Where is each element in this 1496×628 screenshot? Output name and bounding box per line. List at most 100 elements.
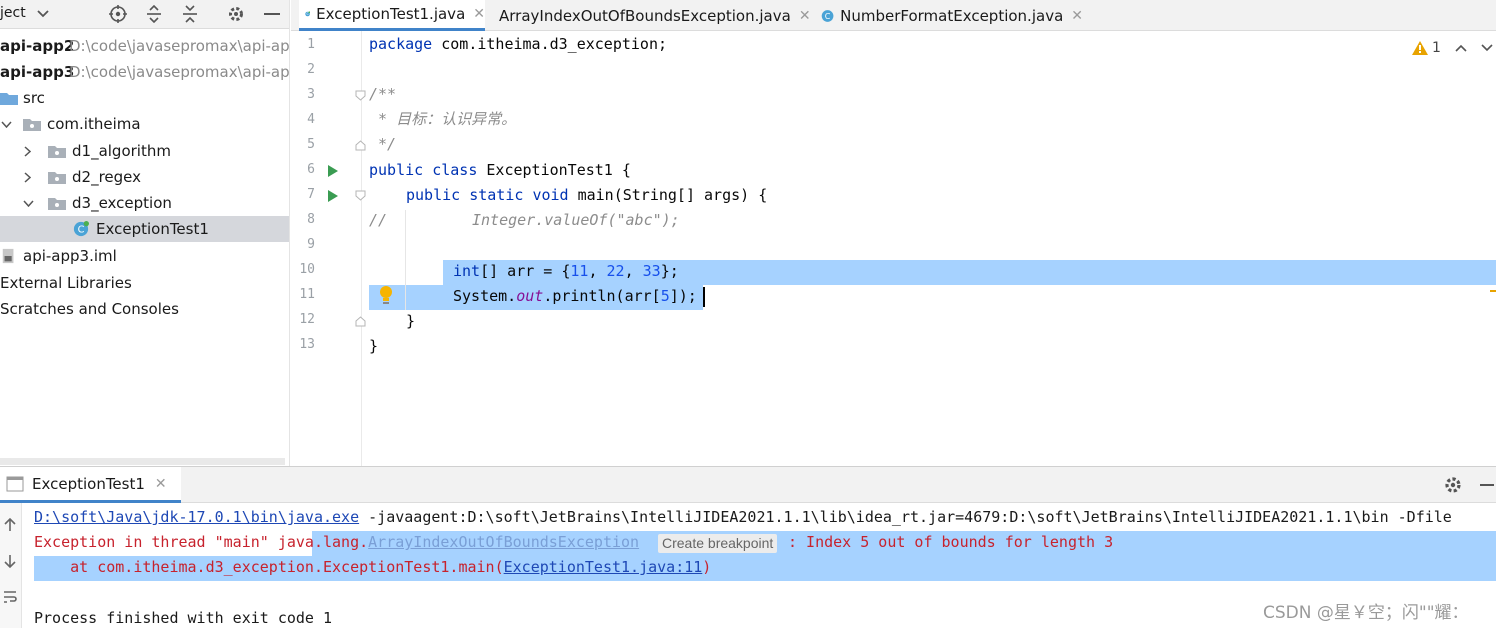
- gear-icon[interactable]: [1443, 475, 1463, 495]
- console-exit-line[interactable]: Process finished with exit code 1: [34, 606, 332, 628]
- locate-icon[interactable]: [107, 3, 129, 25]
- code-text: }: [369, 337, 379, 355]
- chevron-down-icon[interactable]: [32, 3, 54, 25]
- keyword: static: [469, 186, 524, 204]
- jdk-path-link[interactable]: D:\soft\Java\jdk-17.0.1\bin\java.exe: [34, 508, 359, 526]
- run-tab-label: ExceptionTest1: [32, 474, 145, 493]
- chevron-right-icon[interactable]: [21, 171, 33, 183]
- code-text: }: [406, 312, 416, 330]
- tree-item-src[interactable]: src: [0, 85, 289, 111]
- tree-item-exceptiontest1[interactable]: C ExceptionTest1: [0, 216, 289, 242]
- svg-text:C: C: [78, 225, 85, 236]
- close-icon[interactable]: ✕: [155, 476, 167, 492]
- run-main-icon[interactable]: [327, 190, 339, 202]
- console-text: : Index 5 out of bounds for length 3: [788, 533, 1114, 551]
- minimize-icon[interactable]: [1478, 475, 1496, 495]
- line-number: 2: [307, 62, 315, 77]
- number-literal: 5: [660, 287, 670, 305]
- tree-item-label: src: [23, 89, 45, 107]
- exception-class-link[interactable]: ArrayIndexOutOfBoundsException: [368, 533, 639, 551]
- package-icon: [48, 172, 66, 184]
- tree-item-scratches[interactable]: Scratches and Consoles: [0, 296, 289, 322]
- line-number: 5: [307, 137, 315, 152]
- console-exception-line[interactable]: Exception in thread "main" java.lang.Arr…: [34, 530, 639, 555]
- arrow-up-icon[interactable]: [2, 517, 18, 533]
- code-line-8[interactable]: Integer.valueOf("abc");: [472, 208, 680, 233]
- unfold-icon[interactable]: [355, 140, 366, 151]
- tree-item-d3-exception[interactable]: d3_exception: [0, 190, 289, 216]
- code-line-12[interactable]: }: [406, 309, 415, 334]
- comment-text: * 目标：认识异常。: [369, 110, 517, 128]
- close-icon[interactable]: ✕: [799, 8, 811, 24]
- collapse-all-icon[interactable]: [179, 3, 201, 25]
- tree-item-label: d2_regex: [72, 168, 141, 186]
- code-line-7[interactable]: public static void main(String[] args) {: [406, 183, 767, 208]
- tab-arrayindexoutofboundsexception[interactable]: C ArrayIndexOutOfBoundsException.java ✕: [493, 0, 811, 31]
- code-line-11[interactable]: System.out.println(arr[5]);: [453, 284, 697, 309]
- code-text: System.: [453, 287, 517, 305]
- fold-icon[interactable]: [355, 190, 366, 201]
- code-line-10[interactable]: int[] arr = {11, 22, 33};: [453, 259, 679, 284]
- chevron-up-icon[interactable]: [1455, 44, 1467, 52]
- close-icon[interactable]: ✕: [473, 6, 485, 22]
- code-line-3[interactable]: /**: [369, 82, 396, 107]
- line-number: 6: [307, 162, 315, 177]
- console-text: Process finished with exit code 1: [34, 609, 333, 627]
- editor-tab-bar: C ExceptionTest1.java ✕ C ArrayIndexOutO…: [291, 0, 1496, 31]
- horizontal-scrollbar[interactable]: [0, 458, 285, 465]
- tree-item-api-app3[interactable]: api-app3 D:\code\javasepromax\api-app3: [0, 59, 289, 85]
- tree-item-d1-algorithm[interactable]: d1_algorithm: [0, 138, 289, 164]
- unfold-icon[interactable]: [355, 316, 366, 327]
- iml-file-icon: [2, 248, 14, 264]
- tree-item-external-libraries[interactable]: External Libraries: [0, 270, 289, 296]
- line-number: 11: [299, 287, 315, 302]
- tree-item-d2-regex[interactable]: d2_regex: [0, 164, 289, 190]
- code-text: ExceptionTest1 {: [477, 161, 631, 179]
- console-command-line[interactable]: D:\soft\Java\jdk-17.0.1\bin\java.exe -ja…: [34, 505, 1452, 530]
- lightbulb-icon[interactable]: [378, 285, 394, 305]
- fold-icon[interactable]: [355, 90, 366, 101]
- run-tab-exceptiontest1[interactable]: ExceptionTest1 ✕: [0, 467, 181, 503]
- arrow-down-icon[interactable]: [2, 553, 18, 569]
- error-stripe-marker[interactable]: [1490, 290, 1496, 292]
- code-text: com.itheima.d3_exception;: [432, 35, 668, 53]
- java-class-icon: C: [305, 11, 311, 17]
- console-exception-message[interactable]: : Index 5 out of bounds for length 3: [788, 530, 1113, 555]
- package-icon: [23, 119, 41, 131]
- inspection-widget[interactable]: 1: [1412, 40, 1493, 56]
- minimize-icon[interactable]: [261, 3, 283, 25]
- expand-all-icon[interactable]: [143, 3, 165, 25]
- close-icon[interactable]: ✕: [1071, 8, 1083, 24]
- tree-item-iml[interactable]: api-app3.iml: [0, 243, 289, 269]
- console-stack-line[interactable]: at com.itheima.d3_exception.ExceptionTes…: [34, 555, 711, 580]
- package-icon: [48, 198, 66, 210]
- source-location-link[interactable]: ExceptionTest1.java:11: [504, 558, 703, 576]
- code-line-6[interactable]: public class ExceptionTest1 {: [369, 158, 631, 183]
- code-line-13[interactable]: }: [369, 334, 378, 359]
- code-text: ,: [624, 262, 643, 280]
- chevron-right-icon[interactable]: [21, 145, 33, 157]
- line-number: 8: [307, 212, 315, 227]
- console-text: -javaagent:D:\soft\JetBrains\IntelliJIDE…: [359, 508, 1452, 526]
- chevron-down-icon[interactable]: [22, 197, 34, 209]
- tab-exceptiontest1[interactable]: C ExceptionTest1.java ✕: [299, 0, 485, 31]
- tree-item-label: Scratches and Consoles: [0, 300, 179, 318]
- chevron-down-icon[interactable]: [0, 118, 12, 130]
- source-folder-icon: [0, 93, 18, 105]
- tree-item-api-app2[interactable]: api-app2 D:\code\javasepromax\api-app2: [0, 33, 289, 59]
- chevron-down-icon[interactable]: [1481, 44, 1493, 52]
- code-line-1[interactable]: package com.itheima.d3_exception;: [369, 32, 667, 57]
- project-view-selector[interactable]: ject: [0, 5, 26, 21]
- code-line-5[interactable]: */: [369, 132, 396, 157]
- tree-item-label: d3_exception: [72, 194, 172, 212]
- code-text: main(String[] args) {: [568, 186, 768, 204]
- soft-wrap-icon[interactable]: [2, 589, 18, 605]
- gear-icon[interactable]: [225, 3, 247, 25]
- line-number: 9: [307, 237, 315, 252]
- create-breakpoint-link[interactable]: Create breakpoint: [658, 534, 778, 553]
- code-line-8-prefix[interactable]: //: [369, 208, 387, 233]
- tree-item-com-itheima[interactable]: com.itheima: [0, 111, 289, 137]
- run-class-icon[interactable]: [327, 165, 339, 177]
- code-line-4[interactable]: * 目标：认识异常。: [369, 107, 516, 132]
- tab-numberformatexception[interactable]: C NumberFormatException.java ✕: [821, 0, 1083, 31]
